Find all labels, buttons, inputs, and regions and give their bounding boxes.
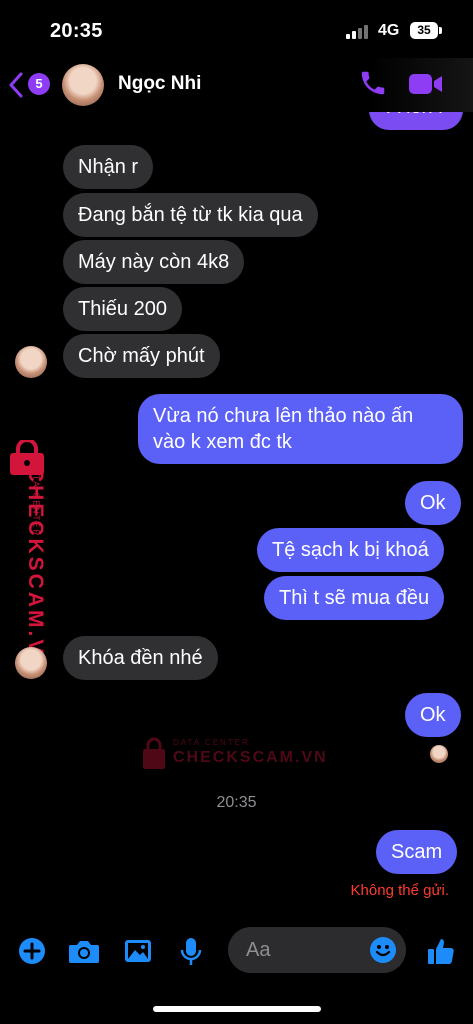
video-camera-icon bbox=[409, 74, 442, 94]
phone-call-button[interactable] bbox=[358, 68, 388, 98]
contact-avatar[interactable] bbox=[62, 64, 104, 106]
message-outgoing[interactable]: Tệ sạch k bị khoá bbox=[257, 528, 444, 572]
camera-icon bbox=[69, 941, 99, 963]
message-composer bbox=[0, 924, 473, 980]
lock-icon bbox=[143, 737, 165, 769]
video-call-button[interactable] bbox=[408, 70, 444, 98]
message-outgoing[interactable]: Ok bbox=[405, 693, 461, 737]
message-incoming[interactable]: Chờ mấy phút bbox=[63, 334, 220, 378]
thumbs-up-icon bbox=[428, 939, 454, 964]
message-outgoing[interactable]: Thì t sẽ mua đều bbox=[264, 576, 445, 620]
voice-button[interactable] bbox=[177, 936, 209, 968]
message-input-box[interactable] bbox=[228, 927, 406, 973]
signal-icon bbox=[346, 25, 370, 39]
seen-avatar bbox=[430, 745, 448, 763]
chat-header: 5 Ngọc Nhi bbox=[0, 58, 473, 112]
battery-icon: 35 bbox=[410, 22, 438, 39]
image-icon bbox=[125, 940, 151, 962]
watermark-subtitle: DATA CENTER bbox=[173, 738, 250, 747]
message-outgoing-failed[interactable]: Scam bbox=[376, 830, 458, 874]
emoji-button[interactable] bbox=[369, 936, 397, 964]
message-incoming[interactable]: Nhận r bbox=[63, 145, 154, 189]
network-label: 4G bbox=[378, 22, 400, 39]
battery-tip bbox=[439, 27, 442, 34]
camera-button[interactable] bbox=[68, 936, 100, 968]
message-timestamp: 20:35 bbox=[216, 794, 257, 811]
emoji-icon bbox=[370, 937, 396, 963]
microphone-icon bbox=[180, 938, 202, 965]
like-button[interactable] bbox=[426, 936, 458, 968]
checkscam-watermark-vertical: DATA CENTER CHECKSCAM.VN bbox=[4, 440, 54, 675]
contact-avatar-small[interactable] bbox=[15, 346, 47, 378]
home-indicator[interactable] bbox=[153, 1006, 321, 1012]
back-chevron-icon bbox=[9, 72, 23, 98]
message-incoming[interactable]: Khóa đền nhé bbox=[63, 636, 218, 680]
checkscam-watermark-horizontal: DATA CENTER CHECKSCAM.VN bbox=[141, 734, 326, 772]
plus-icon bbox=[19, 938, 45, 964]
phone-icon bbox=[361, 71, 385, 95]
send-error-label[interactable]: Không thể gửi. bbox=[351, 882, 449, 899]
watermark-brand: CHECKSCAM.VN bbox=[24, 467, 47, 675]
contact-name[interactable]: Ngọc Nhi bbox=[118, 73, 201, 95]
message-incoming[interactable]: Thiếu 200 bbox=[63, 287, 182, 331]
status-bar: 20:35 4G 35 bbox=[0, 0, 473, 58]
message-incoming[interactable]: Máy này còn 4k8 bbox=[63, 240, 245, 284]
status-time: 20:35 bbox=[50, 20, 103, 42]
contact-avatar-small[interactable] bbox=[15, 647, 47, 679]
watermark-brand: CHECKSCAM.VN bbox=[173, 749, 328, 766]
message-incoming[interactable]: Đang bắn tệ từ tk kia qua bbox=[63, 193, 318, 237]
back-button[interactable]: 5 bbox=[8, 70, 50, 100]
message-outgoing[interactable]: Vừa nó chưa lên thảo nào ấn vào k xem đc… bbox=[138, 394, 463, 464]
unread-badge: 5 bbox=[28, 73, 50, 95]
add-button[interactable] bbox=[17, 936, 49, 968]
message-input[interactable] bbox=[246, 939, 366, 962]
message-outgoing[interactable]: Ok bbox=[405, 481, 461, 525]
gallery-button[interactable] bbox=[123, 936, 155, 968]
